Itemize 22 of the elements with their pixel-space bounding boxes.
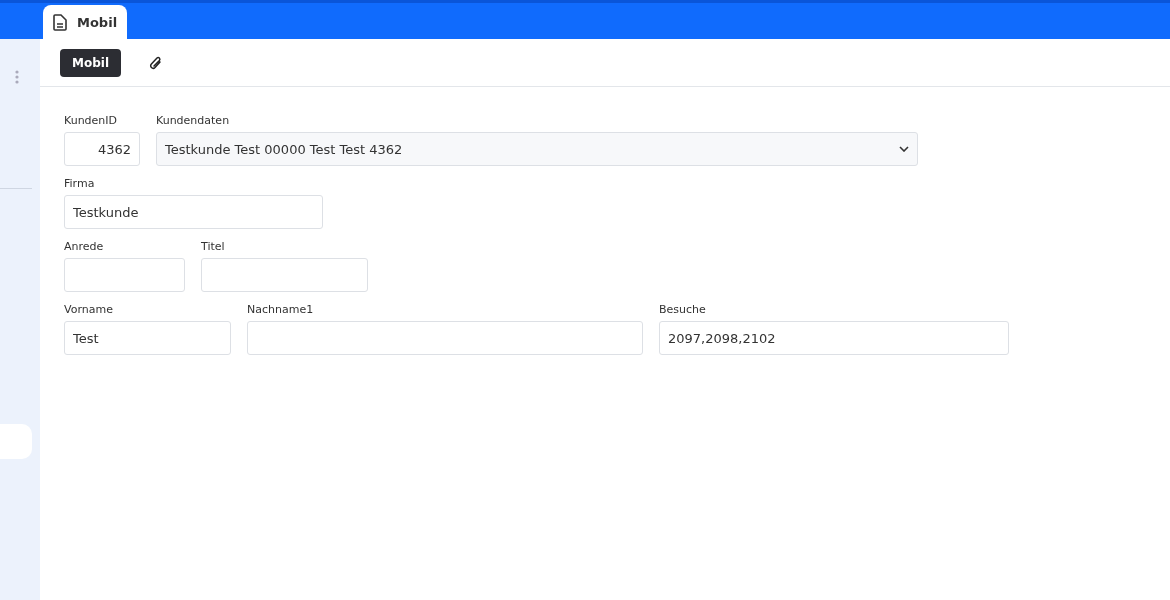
input-field[interactable]	[201, 258, 368, 292]
input-field[interactable]	[64, 258, 185, 292]
input-field[interactable]: Test	[64, 321, 231, 355]
document-icon	[53, 13, 67, 31]
field-label: Nachname1	[247, 303, 315, 317]
vertical-dots-icon[interactable]	[15, 70, 19, 84]
tab[interactable]: Mobil	[43, 5, 128, 39]
field-label: Besuche	[659, 303, 707, 317]
field-label: Kundendaten	[156, 114, 231, 128]
field-label: KundenID	[64, 114, 119, 128]
field-label: Titel	[201, 240, 226, 254]
input-field[interactable]	[247, 321, 643, 355]
paperclip-icon[interactable]	[149, 54, 163, 71]
input-field[interactable]: Testkunde	[64, 195, 323, 229]
customer-select[interactable]: Testkunde Test 00000 Test Test 4362	[156, 132, 918, 166]
toolbar-button[interactable]: Mobil	[60, 48, 121, 77]
input-field[interactable]: 4362	[64, 132, 140, 166]
field-label: Anrede	[64, 240, 105, 254]
input-field[interactable]: 2097,2098,2102	[659, 321, 1009, 355]
field-label: Vorname	[64, 303, 114, 317]
chevron-down-icon	[899, 146, 909, 152]
field-label: Firma	[64, 177, 96, 191]
